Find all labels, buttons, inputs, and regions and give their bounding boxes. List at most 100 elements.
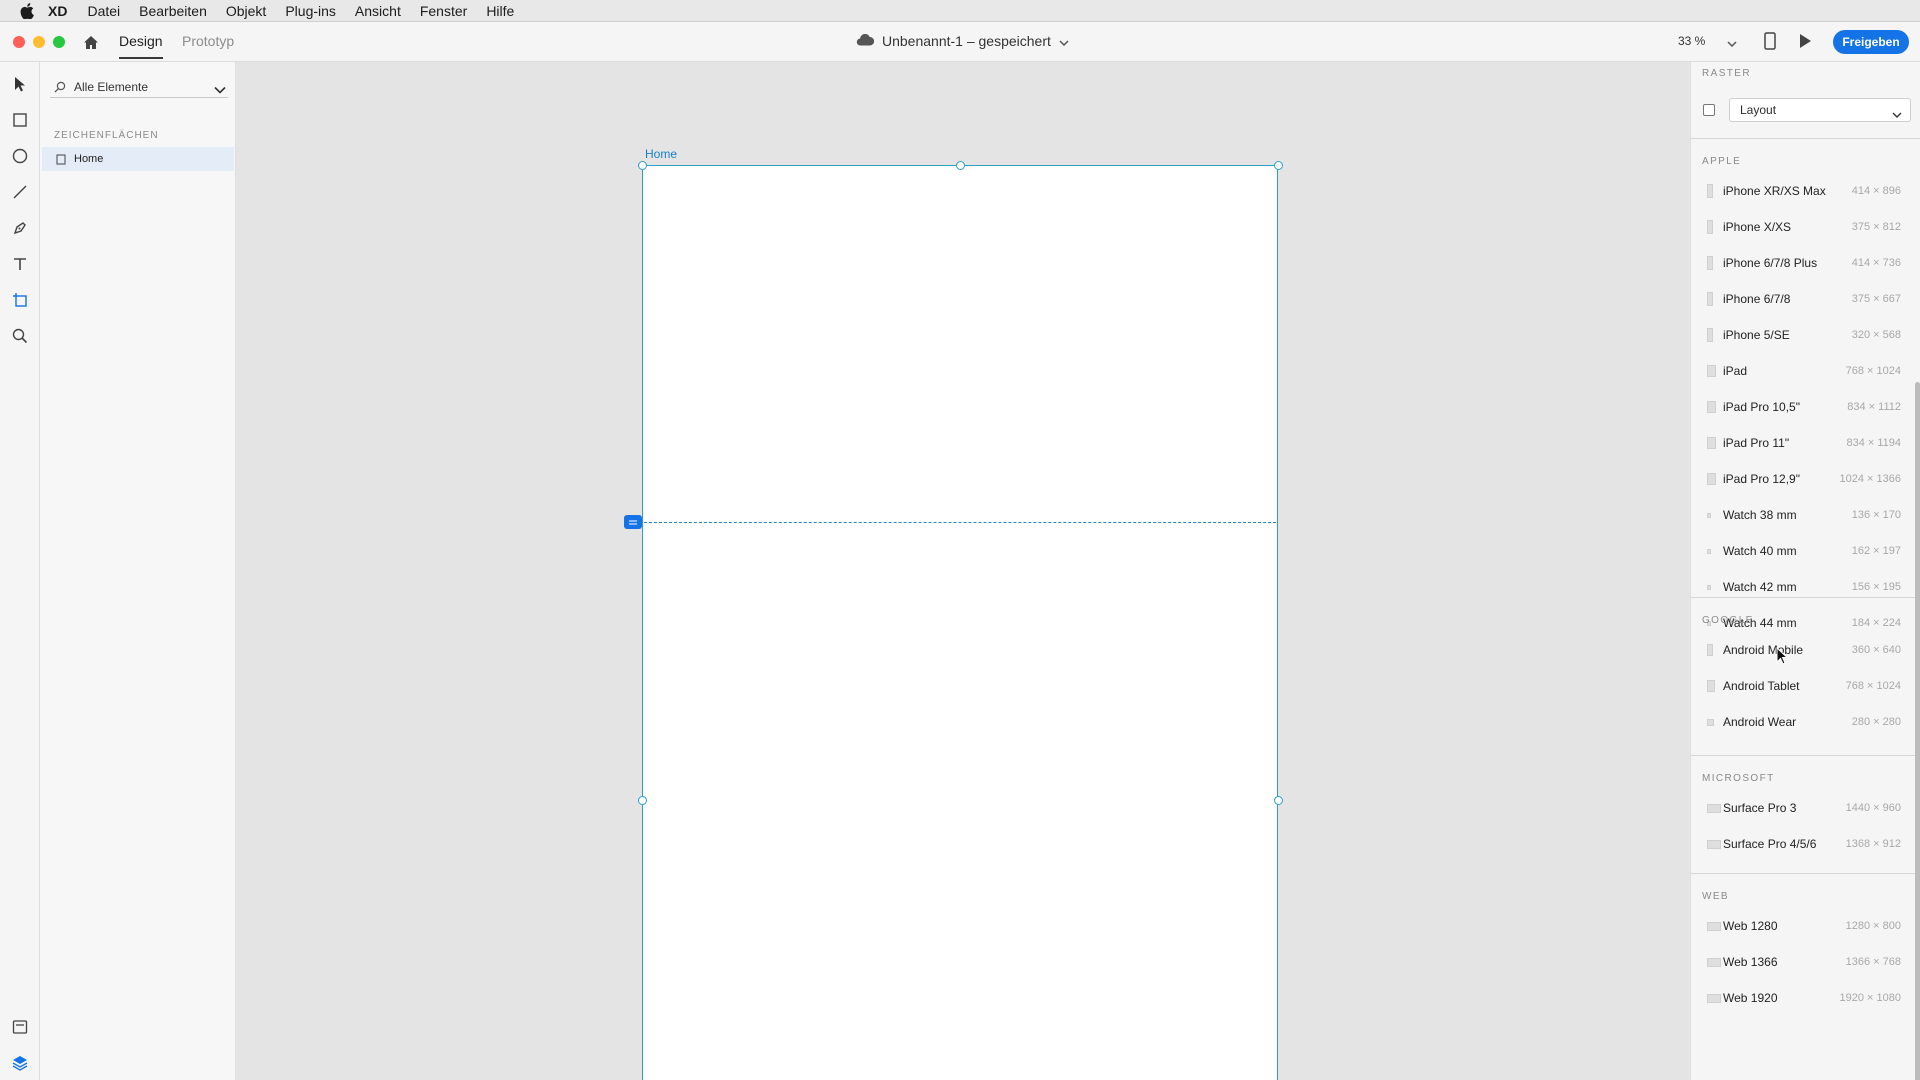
device-preset-icon <box>1707 644 1713 656</box>
artboard-icon[interactable] <box>10 290 30 310</box>
preset-size: 768 × 1024 <box>1845 365 1901 377</box>
resize-handle-right[interactable] <box>1274 796 1283 805</box>
play-icon[interactable] <box>1798 33 1812 54</box>
artboard-preset-item[interactable]: iPhone 5/SE 320 × 568 <box>1691 322 1913 348</box>
device-preset-icon <box>1707 512 1711 518</box>
artboard-preset-item[interactable]: Web 1366 1366 × 768 <box>1691 949 1913 975</box>
grid-checkbox[interactable] <box>1703 104 1715 116</box>
cloud-icon <box>856 33 875 49</box>
share-button[interactable]: Freigeben <box>1833 30 1909 54</box>
device-preset-icon <box>1707 401 1716 413</box>
preset-group-label: APPLE <box>1702 156 1742 167</box>
menu-fenster[interactable]: Fenster <box>420 3 467 19</box>
preset-size: 136 × 170 <box>1851 509 1901 521</box>
assets-icon[interactable] <box>10 1017 30 1037</box>
artboard-preset-item[interactable]: iPad Pro 12,9" 1024 × 1366 <box>1691 466 1913 492</box>
device-preset-icon <box>1707 839 1721 849</box>
artboard-preset-item[interactable]: Android Mobile 360 × 640 <box>1691 637 1913 663</box>
preset-group-label: GOOGLE <box>1702 615 1754 626</box>
preset-name: Watch 40 mm <box>1723 544 1797 558</box>
artboard-preset-item[interactable]: Web 1280 1280 × 800 <box>1691 913 1913 939</box>
artboard-preset-item[interactable]: Android Wear 280 × 280 <box>1691 709 1913 735</box>
canvas[interactable]: Home <box>236 62 1690 1080</box>
device-preset-icon <box>1707 220 1713 234</box>
menu-objekt[interactable]: Objekt <box>226 3 266 19</box>
text-icon[interactable] <box>10 254 30 274</box>
menu-bearbeiten[interactable]: Bearbeiten <box>139 3 207 19</box>
artboard-layer-icon <box>56 153 66 165</box>
window-minimize-button[interactable] <box>33 36 45 48</box>
rectangle-icon[interactable] <box>10 110 30 130</box>
resize-handle-top-right[interactable] <box>1274 161 1283 170</box>
artboard-preset-item[interactable]: iPad 768 × 1024 <box>1691 358 1913 384</box>
artboard-preset-item[interactable]: iPhone XR/XS Max 414 × 896 <box>1691 178 1913 204</box>
artboard-preset-item[interactable]: iPad Pro 11" 834 × 1194 <box>1691 430 1913 456</box>
artboard-home[interactable] <box>642 165 1278 1080</box>
artboard-preset-item[interactable]: Surface Pro 4/5/6 1368 × 912 <box>1691 831 1913 857</box>
device-preset-icon <box>1707 184 1713 198</box>
preset-name: Android Mobile <box>1723 643 1804 657</box>
device-preset-icon <box>1707 803 1721 813</box>
preset-size: 375 × 812 <box>1851 221 1901 233</box>
artboard-name-label[interactable]: Home <box>645 147 677 161</box>
document-title-text: Unbenannt-1 – gespeichert <box>882 33 1051 49</box>
layer-item-home[interactable]: Home <box>42 147 234 171</box>
device-preset-icon <box>1707 993 1721 1003</box>
preset-name: Web 1280 <box>1723 919 1778 933</box>
inspector-scrollbar[interactable] <box>1915 382 1920 1080</box>
tab-prototype[interactable]: Prototyp <box>182 33 234 49</box>
line-icon[interactable] <box>10 182 30 202</box>
select-arrow-icon[interactable] <box>10 74 30 94</box>
chevron-down-icon <box>1892 107 1902 121</box>
window-close-button[interactable] <box>13 36 25 48</box>
preset-name: iPad Pro 10,5" <box>1723 400 1800 414</box>
zoom-level[interactable]: 33 % <box>1678 34 1705 48</box>
preset-size: 280 × 280 <box>1851 716 1901 728</box>
preset-name: Watch 42 mm <box>1723 580 1797 594</box>
viewport-height-handle[interactable] <box>624 515 642 529</box>
preset-size: 414 × 736 <box>1851 257 1901 269</box>
tab-design[interactable]: Design <box>119 33 163 59</box>
layer-filter-label: Alle Elemente <box>74 79 149 94</box>
menu-hilfe[interactable]: Hilfe <box>486 3 514 19</box>
preset-name: iPhone X/XS <box>1723 220 1792 234</box>
zoom-icon[interactable] <box>10 326 30 346</box>
artboard-preset-item[interactable]: Surface Pro 3 1440 × 960 <box>1691 795 1913 821</box>
device-preset-icon <box>1707 548 1711 554</box>
preset-size: 1440 × 960 <box>1845 802 1901 814</box>
apple-icon[interactable] <box>16 0 38 22</box>
resize-handle-top-left[interactable] <box>638 161 647 170</box>
ellipse-icon[interactable] <box>10 146 30 166</box>
pen-icon[interactable] <box>10 218 30 238</box>
layers-icon[interactable] <box>10 1053 30 1073</box>
artboard-preset-item[interactable]: iPhone 6/7/8 375 × 667 <box>1691 286 1913 312</box>
device-preview-icon[interactable] <box>1764 32 1776 55</box>
preset-name: iPhone 6/7/8 Plus <box>1723 256 1818 270</box>
document-title[interactable]: Unbenannt-1 – gespeichert <box>856 33 1069 49</box>
window-maximize-button[interactable] <box>53 36 65 48</box>
app-menu-xd[interactable]: XD <box>48 3 67 19</box>
artboard-preset-item[interactable]: iPad Pro 10,5" 834 × 1112 <box>1691 394 1913 420</box>
preset-name: Watch 38 mm <box>1723 508 1797 522</box>
layer-filter-select[interactable]: Alle Elemente <box>50 76 228 98</box>
preset-name: iPhone 5/SE <box>1723 328 1790 342</box>
chevron-down-icon <box>214 83 226 97</box>
artboard-preset-item[interactable]: Web 1920 1920 × 1080 <box>1691 985 1913 1011</box>
preset-size: 375 × 667 <box>1851 293 1901 305</box>
resize-handle-top[interactable] <box>956 161 965 170</box>
artboard-preset-item[interactable]: Watch 40 mm 162 × 197 <box>1691 538 1913 564</box>
menu-plugins[interactable]: Plug-ins <box>285 3 336 19</box>
home-icon[interactable] <box>81 33 101 51</box>
artboard-preset-item[interactable]: Android Tablet 768 × 1024 <box>1691 673 1913 699</box>
grid-type-select[interactable]: Layout <box>1729 98 1911 122</box>
preset-size: 1280 × 800 <box>1845 920 1901 932</box>
preset-size: 162 × 197 <box>1851 545 1901 557</box>
resize-handle-left[interactable] <box>638 796 647 805</box>
artboard-preset-item[interactable]: iPhone X/XS 375 × 812 <box>1691 214 1913 240</box>
artboard-preset-item[interactable]: iPhone 6/7/8 Plus 414 × 736 <box>1691 250 1913 276</box>
zoom-chevron-down-icon[interactable] <box>1727 34 1737 52</box>
menu-ansicht[interactable]: Ansicht <box>355 3 401 19</box>
artboard-preset-item[interactable]: Watch 38 mm 136 × 170 <box>1691 502 1913 528</box>
device-preset-icon <box>1707 292 1713 306</box>
menu-datei[interactable]: Datei <box>87 3 120 19</box>
